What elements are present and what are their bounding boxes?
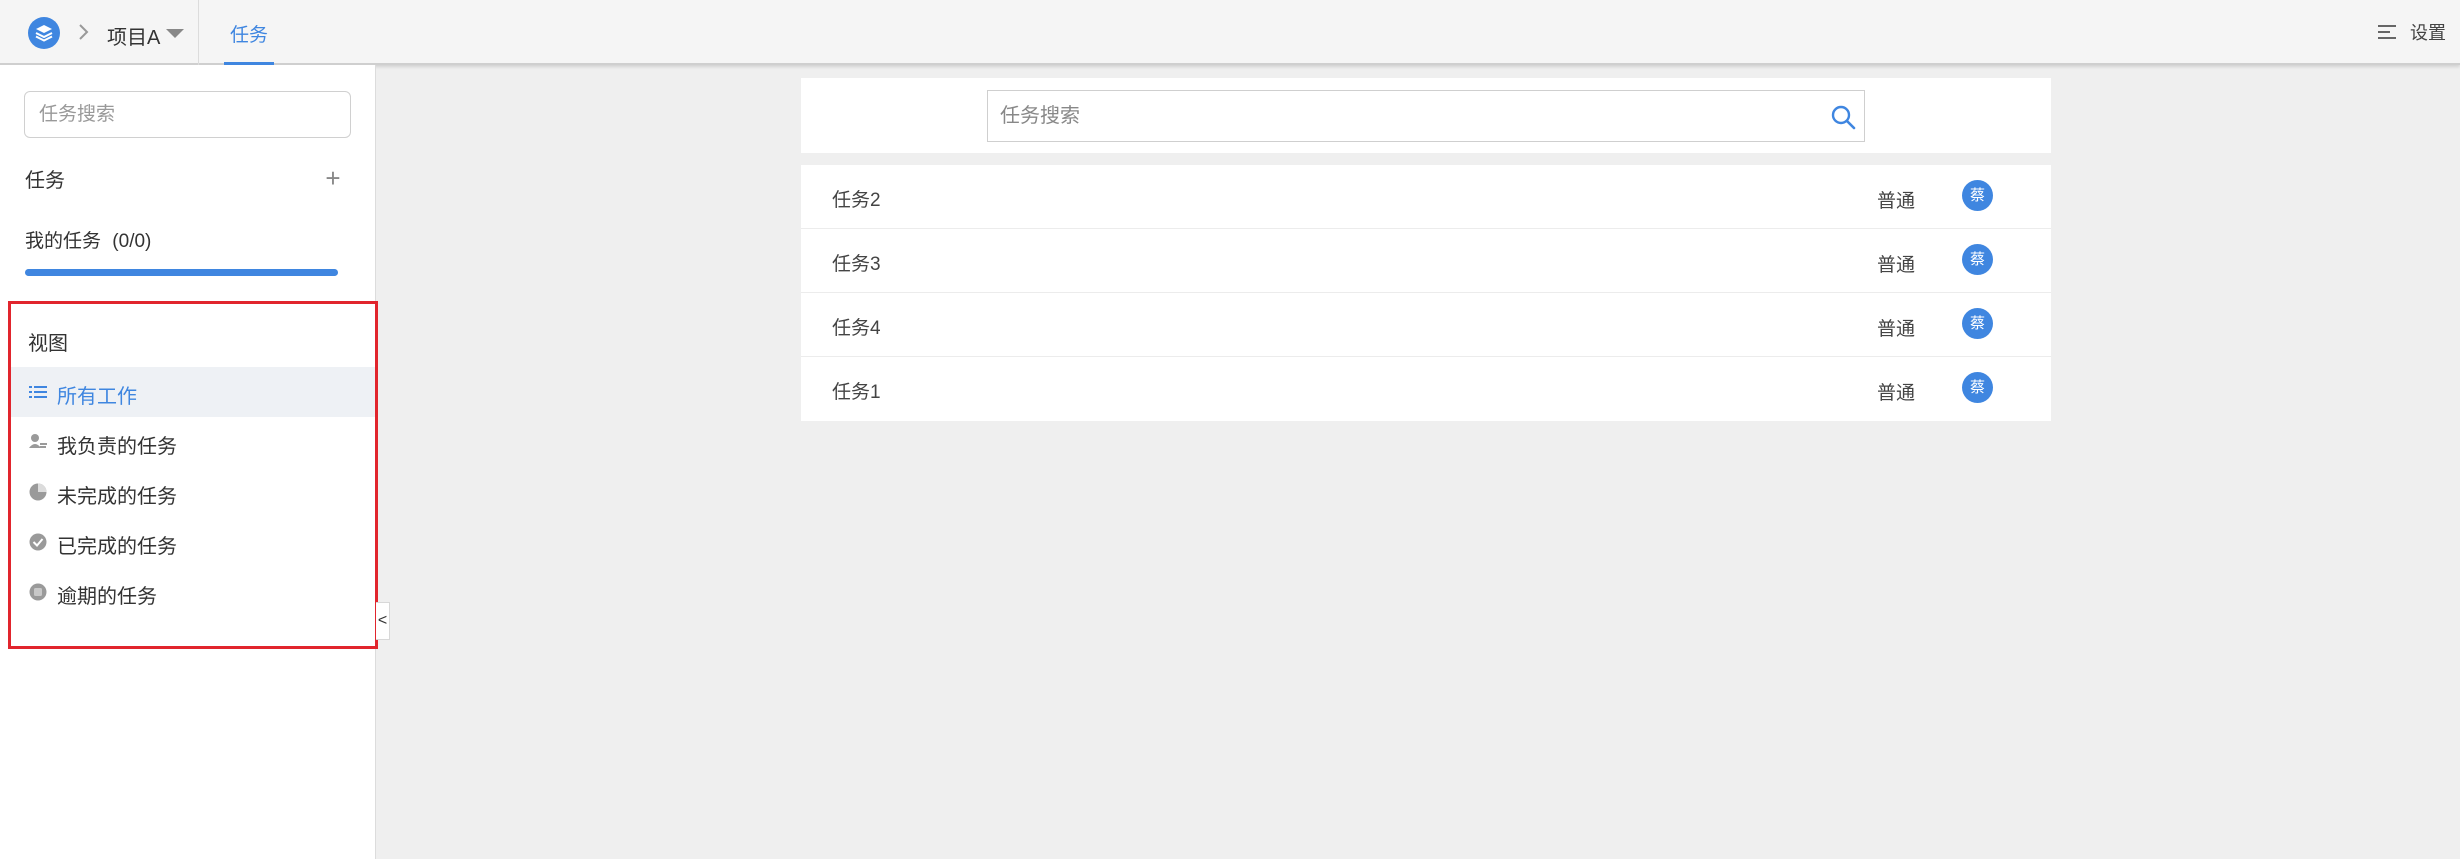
task-priority: 普通 <box>1877 383 1916 404</box>
progress-fill <box>25 269 338 276</box>
task-priority: 普通 <box>1877 191 1916 212</box>
overdue-icon <box>29 583 47 601</box>
assignee-avatar[interactable]: 蔡 <box>1962 308 1993 339</box>
my-tasks-progress-bar <box>25 269 338 276</box>
chevron-right-icon <box>79 24 89 40</box>
task-name: 任务2 <box>832 190 881 211</box>
view-item-label: 未完成的任务 <box>57 486 177 508</box>
task-section-heading: 任务 <box>25 170 65 192</box>
task-name: 任务1 <box>832 382 881 403</box>
view-item-label: 已完成的任务 <box>57 536 177 558</box>
view-item-my-assigned[interactable]: 我负责的任务 <box>11 417 375 467</box>
main-search-input[interactable] <box>987 90 1865 142</box>
app-logo-icon[interactable] <box>28 17 60 49</box>
header-divider <box>198 0 199 65</box>
project-selector[interactable]: 项目A <box>107 21 160 50</box>
sidebar: 任务 + 我的任务 (0/0) 视图 所有工作 我负责的任务 <box>0 65 378 859</box>
search-icon[interactable] <box>1829 103 1857 131</box>
sidebar-search-input[interactable] <box>24 91 351 138</box>
list-icon <box>29 386 47 398</box>
task-name: 任务3 <box>832 254 881 275</box>
my-tasks-count: (0/0) <box>112 231 152 252</box>
task-list: 任务2 普通 蔡 任务3 普通 蔡 任务4 普通 蔡 任务1 普通 蔡 <box>801 165 2051 421</box>
main-search-panel <box>801 78 2051 153</box>
my-tasks-label: 我的任务 <box>25 231 102 252</box>
task-priority: 普通 <box>1877 255 1916 276</box>
settings-button[interactable]: 设置 <box>2378 20 2446 44</box>
tab-task-label: 任务 <box>230 25 269 46</box>
view-item-all-work[interactable]: 所有工作 <box>11 367 375 417</box>
task-row[interactable]: 任务2 普通 蔡 <box>801 165 2051 229</box>
settings-label: 设置 <box>2410 23 2446 43</box>
top-header: 项目A 任务 设置 <box>0 0 2460 65</box>
view-item-overdue[interactable]: 逾期的任务 <box>11 567 375 617</box>
person-assigned-icon <box>29 434 47 448</box>
assignee-avatar[interactable]: 蔡 <box>1962 372 1993 403</box>
my-tasks-link[interactable]: 我的任务 (0/0) <box>25 226 151 253</box>
sidebar-collapse-button[interactable]: < <box>376 602 390 640</box>
task-priority: 普通 <box>1877 319 1916 340</box>
task-row[interactable]: 任务3 普通 蔡 <box>801 229 2051 293</box>
view-item-incomplete[interactable]: 未完成的任务 <box>11 467 375 517</box>
half-circle-icon <box>29 483 47 501</box>
assignee-avatar[interactable]: 蔡 <box>1962 244 1993 275</box>
view-item-completed[interactable]: 已完成的任务 <box>11 517 375 567</box>
views-title: 视图 <box>28 333 68 355</box>
view-item-label: 我负责的任务 <box>57 436 177 458</box>
task-name: 任务4 <box>832 318 881 339</box>
view-item-label: 逾期的任务 <box>57 586 157 608</box>
task-row[interactable]: 任务4 普通 蔡 <box>801 293 2051 357</box>
views-panel: 视图 所有工作 我负责的任务 未完成的任务 已完成的任务 逾期的任务 <box>8 301 378 649</box>
caret-down-icon[interactable] <box>166 29 184 38</box>
menu-lines-icon <box>2378 24 2396 40</box>
tab-task[interactable]: 任务 <box>224 0 274 65</box>
task-row[interactable]: 任务1 普通 蔡 <box>801 357 2051 421</box>
assignee-avatar[interactable]: 蔡 <box>1962 180 1993 211</box>
view-item-label: 所有工作 <box>57 386 137 408</box>
add-task-button[interactable]: + <box>322 165 344 191</box>
check-circle-icon <box>29 533 47 551</box>
